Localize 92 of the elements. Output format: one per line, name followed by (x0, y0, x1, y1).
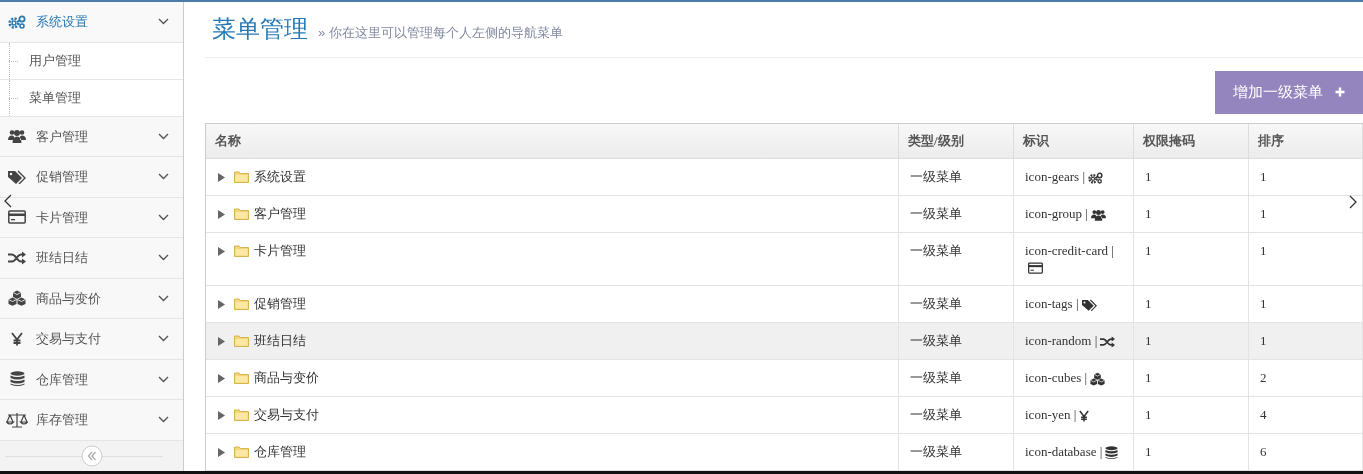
expand-triangle-icon[interactable] (217, 172, 225, 182)
folder-icon (234, 409, 249, 421)
table-cell: 1 (1260, 168, 1267, 184)
table-cell: icon-database | (1025, 444, 1103, 459)
table-cell: 1 (1145, 369, 1152, 385)
column-header: 排序 (1249, 123, 1363, 158)
expand-triangle-icon[interactable] (217, 448, 225, 457)
table-cell: 6 (1260, 444, 1267, 459)
table-cell: 1 (1260, 295, 1267, 311)
cubes-icon (8, 290, 26, 307)
table-cell: icon-tags | (1025, 295, 1079, 311)
chevron-down-icon (158, 18, 169, 26)
tag-icon (1081, 299, 1097, 311)
table-cell: icon-gears | (1025, 168, 1085, 184)
shuffle-icon (8, 250, 26, 265)
table-cell: 2 (1260, 369, 1267, 385)
table-cell: 1 (1145, 332, 1152, 348)
credit-card-icon (8, 210, 26, 225)
table-cell: icon-yen | (1025, 407, 1077, 422)
folder-icon (234, 446, 249, 458)
table-cell: 系统设置 (254, 168, 306, 185)
table-cell: 一级菜单 (910, 242, 962, 258)
expand-triangle-icon[interactable] (217, 336, 225, 346)
table-cell: 一级菜单 (910, 332, 962, 348)
table-cell: 4 (1260, 407, 1267, 422)
column-header: 名称 (206, 123, 899, 158)
table-cell: icon-cubes | (1025, 369, 1088, 385)
database-icon (1105, 446, 1119, 460)
table-cell: 一级菜单 (910, 407, 962, 422)
table-cell: 1 (1145, 407, 1152, 422)
shuffle-icon (1100, 336, 1116, 348)
folder-icon (234, 371, 249, 384)
table-cell: 卡片管理 (254, 242, 306, 259)
table-cell: 促销管理 (254, 295, 306, 312)
yen-icon (11, 331, 23, 346)
folder-icon (234, 207, 249, 220)
chevron-down-icon (158, 213, 169, 221)
chevron-down-icon (158, 132, 169, 140)
table-cell: 1 (1145, 205, 1152, 221)
table-cell: 一级菜单 (910, 369, 962, 385)
table-cell: 1 (1145, 242, 1152, 258)
expand-triangle-icon[interactable] (217, 299, 225, 309)
group-icon (1090, 209, 1106, 221)
table-cell: 1 (1145, 295, 1152, 311)
chevron-down-icon (158, 416, 169, 424)
tag-icon (8, 169, 26, 184)
table-cell: 1 (1260, 242, 1267, 258)
table-cell: 一级菜单 (910, 168, 962, 184)
expand-triangle-icon[interactable] (217, 209, 225, 219)
table-cell: icon-credit-card | (1025, 242, 1114, 258)
table-cell: 商品与变价 (254, 369, 319, 386)
submenu-item[interactable]: 用户管理 (29, 50, 81, 71)
chevron-down-icon (158, 335, 169, 343)
page-subtitle: » 你在这里可以管理每个人左侧的导航菜单 (318, 23, 563, 42)
gears-icon (1088, 172, 1103, 184)
table-cell: 一级菜单 (910, 205, 962, 221)
column-header: 类型/级别 (899, 123, 1014, 158)
table-cell: 一级菜单 (910, 295, 962, 311)
table-cell: 班结日结 (254, 332, 306, 349)
table-cell: 1 (1145, 168, 1152, 184)
folder-icon (234, 170, 249, 183)
folder-icon (234, 244, 249, 257)
plus-icon (1335, 87, 1345, 98)
expand-triangle-icon[interactable] (217, 411, 225, 420)
database-icon (9, 371, 25, 388)
chevron-down-icon (158, 375, 169, 383)
folder-icon (234, 297, 249, 310)
column-header: 权限掩码 (1134, 123, 1249, 158)
group-icon (8, 129, 26, 144)
chevron-down-icon (158, 173, 169, 181)
cubes-icon (1090, 372, 1106, 386)
yen-icon (1079, 410, 1090, 422)
page-title: 菜单管理 (212, 14, 308, 45)
table-cell: 客户管理 (254, 205, 306, 222)
table-cell: icon-random | (1025, 332, 1098, 348)
chevron-down-icon (158, 294, 169, 302)
table-cell: 1 (1260, 332, 1267, 348)
table-cell: 交易与支付 (254, 407, 319, 423)
submenu-item[interactable]: 菜单管理 (29, 87, 81, 108)
folder-icon (234, 334, 249, 347)
balance-scale-icon (6, 411, 28, 428)
table-cell: 1 (1260, 205, 1267, 221)
table-cell: icon-group | (1025, 205, 1088, 221)
chevron-down-icon (158, 254, 169, 262)
table-cell: 一级菜单 (910, 444, 962, 459)
expand-triangle-icon[interactable] (217, 373, 225, 383)
credit-card-icon (1028, 262, 1043, 274)
expand-triangle-icon[interactable] (217, 246, 225, 256)
table-cell: 1 (1145, 444, 1152, 459)
table-cell: 仓库管理 (254, 444, 306, 460)
column-header: 标识 (1014, 123, 1134, 158)
gears-icon (8, 14, 26, 29)
